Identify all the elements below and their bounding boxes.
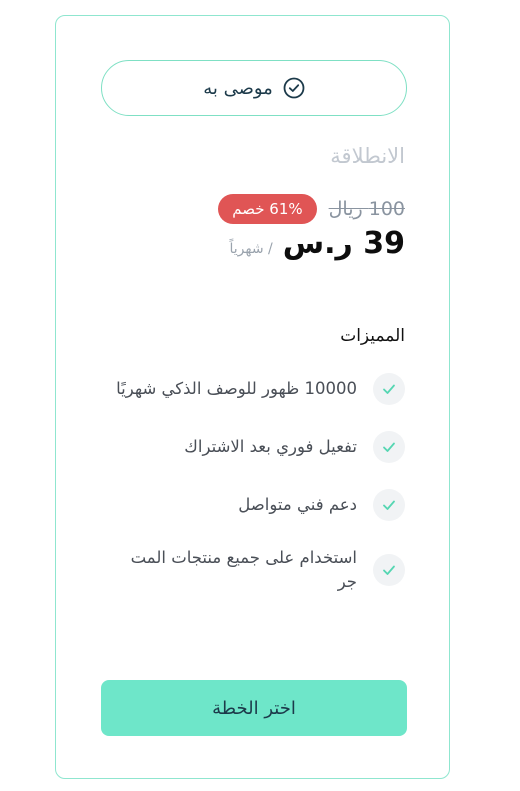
- feature-item: استخدام على جميع منتجات المت جر: [105, 546, 405, 594]
- feature-text: 10000 ظهور للوصف الذكي شهريًا: [116, 379, 357, 398]
- feature-item: دعم فني متواصل: [105, 488, 405, 522]
- current-price-row: 39 ر.س / شهرياً: [229, 226, 405, 261]
- plan-name: الانطلاقة: [330, 144, 405, 168]
- recommended-badge: موصى به: [101, 60, 407, 116]
- pricing-card: موصى به الانطلاقة 100 ريال 61% خصم 39 ر.…: [55, 15, 450, 779]
- check-icon: [373, 373, 405, 405]
- check-icon: [373, 489, 405, 521]
- check-icon: [373, 431, 405, 463]
- billing-period: / شهرياً: [229, 241, 273, 257]
- feature-item: 10000 ظهور للوصف الذكي شهريًا: [105, 372, 405, 406]
- old-price: 100 ريال: [328, 198, 405, 220]
- feature-text: استخدام على جميع منتجات المت جر: [130, 548, 357, 591]
- price-row: 100 ريال 61% خصم: [218, 194, 405, 224]
- discount-badge: 61% خصم: [218, 194, 317, 224]
- badge-label: موصى به: [203, 77, 273, 99]
- features-title: المميزات: [340, 326, 405, 346]
- feature-text: تفعيل فوري بعد الاشتراك: [184, 437, 357, 456]
- check-icon: [373, 554, 405, 586]
- check-circle-icon: [283, 77, 305, 99]
- feature-text: دعم فني متواصل: [238, 495, 357, 514]
- current-price: 39 ر.س: [282, 226, 405, 261]
- feature-item: تفعيل فوري بعد الاشتراك: [105, 430, 405, 464]
- features-list: 10000 ظهور للوصف الذكي شهريًا تفعيل فوري…: [105, 372, 405, 618]
- choose-plan-button[interactable]: اختر الخطة: [101, 680, 407, 736]
